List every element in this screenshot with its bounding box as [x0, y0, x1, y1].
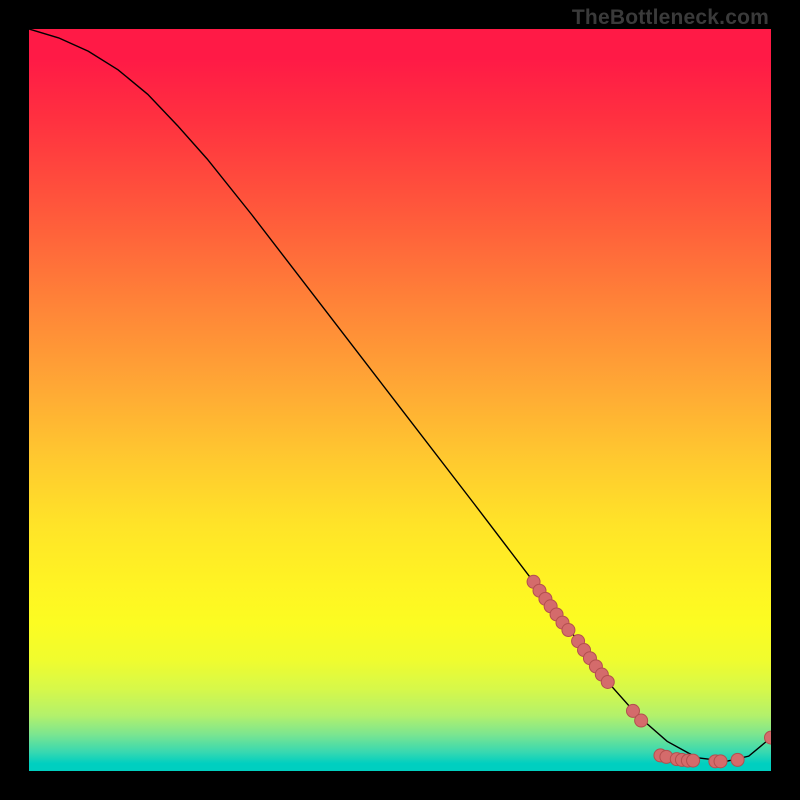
plot-area [29, 29, 771, 771]
data-marker [731, 753, 744, 766]
data-markers [527, 575, 771, 768]
data-marker [687, 754, 700, 767]
data-marker [714, 755, 727, 768]
data-marker [601, 675, 614, 688]
data-marker [635, 714, 648, 727]
chart-stage: TheBottleneck.com [0, 0, 800, 800]
chart-overlay [29, 29, 771, 771]
curve-line [29, 29, 771, 761]
data-marker [562, 624, 575, 637]
watermark-text: TheBottleneck.com [572, 6, 769, 30]
